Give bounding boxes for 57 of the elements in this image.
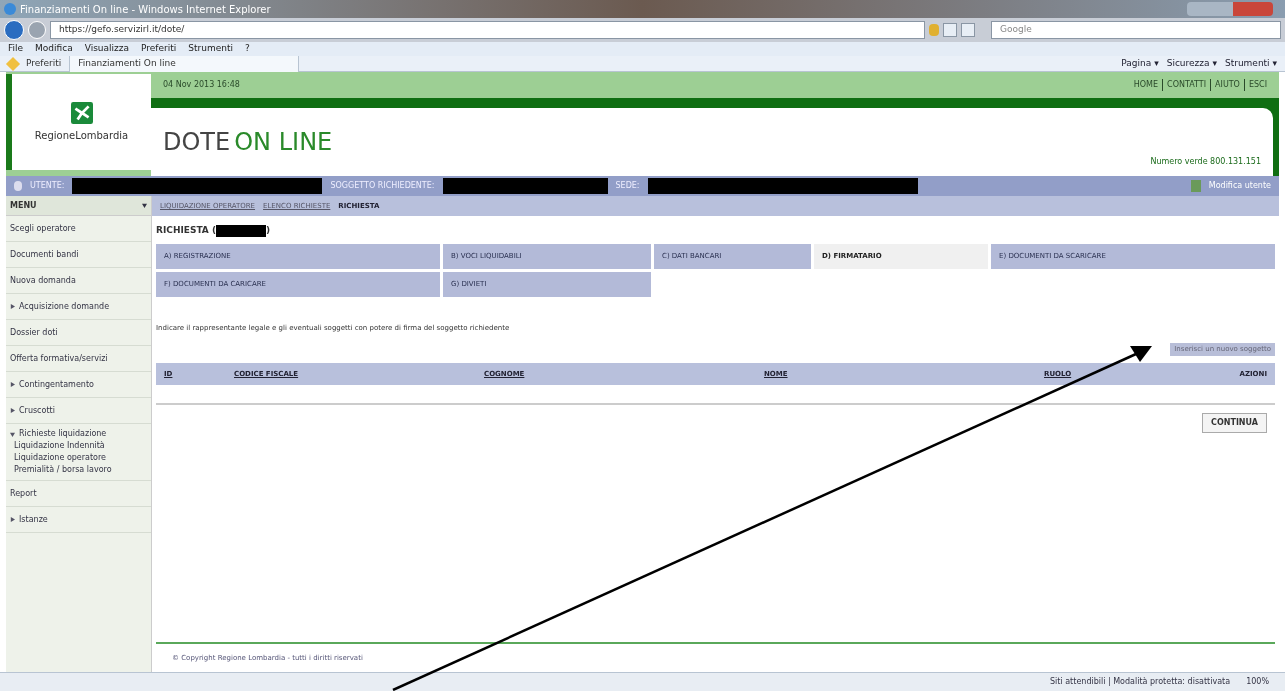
collapsed-triangle-icon[interactable]: [10, 382, 15, 387]
sidebar-subitem[interactable]: Premialità / borsa lavoro: [10, 464, 147, 476]
app-title: DOTE: [163, 130, 231, 154]
menu-item[interactable]: Preferiti: [141, 42, 177, 56]
sidebar-item[interactable]: Contingentamento: [19, 378, 94, 391]
sidebar-subitem[interactable]: Liquidazione Indennità: [10, 440, 147, 452]
user-bar-label: SEDE:: [615, 180, 640, 192]
header-link[interactable]: HOME: [1133, 79, 1159, 91]
sidebar-subitem[interactable]: Liquidazione operatore: [10, 452, 147, 464]
favorites-button[interactable]: Preferiti: [26, 56, 62, 71]
header-link[interactable]: AIUTO: [1210, 79, 1240, 91]
toolbar-menu[interactable]: Strumenti ▾: [1224, 56, 1277, 71]
menu-title: MENU: [10, 199, 37, 212]
collapsed-triangle-icon[interactable]: [10, 304, 15, 309]
phone-number: Numero verde 800.131.151: [1150, 156, 1261, 168]
edit-user-icon: [1190, 180, 1201, 192]
menu-item[interactable]: Strumenti: [188, 42, 233, 56]
logo-icon: [70, 101, 93, 124]
sidebar-item[interactable]: Offerta formativa/servizi: [10, 352, 108, 365]
menu-item[interactable]: Modifica: [35, 42, 73, 56]
window-title: Finanziamenti On line - Windows Internet Explorer: [20, 2, 271, 17]
back-button[interactable]: [4, 20, 24, 40]
menu-item[interactable]: Visualizza: [84, 42, 130, 56]
toolbar-menu[interactable]: Pagina ▾: [1121, 56, 1159, 71]
user-bar-label: SOGGETTO RICHIEDENTE:: [330, 180, 435, 192]
security-zone-text: Siti attendibili | Modalità protetta: disattivata: [1050, 676, 1231, 688]
search-field[interactable]: Google: [991, 21, 1281, 39]
menu-item[interactable]: File: [8, 42, 24, 56]
sidebar-item[interactable]: Istanze: [19, 513, 48, 526]
redaction-bar: [216, 224, 267, 237]
menu-item[interactable]: ?: [244, 42, 250, 56]
sidebar-item[interactable]: Richieste liquidazione: [19, 428, 107, 440]
sidebar-item[interactable]: Nuova domanda: [10, 274, 76, 287]
sidebar-item[interactable]: Acquisizione domande: [19, 300, 110, 313]
logo-text: RegioneLombardia: [34, 128, 129, 143]
page-title: RICHIESTA (: [156, 224, 217, 237]
date-text: 04 Nov 2013 16:48: [163, 79, 240, 91]
app-title: ON LINE: [234, 130, 333, 154]
header-link[interactable]: CONTATTI: [1162, 79, 1207, 91]
sidebar-item[interactable]: Report: [10, 487, 37, 500]
collapsed-triangle-icon[interactable]: [10, 408, 15, 413]
header-link[interactable]: ESCI: [1243, 79, 1267, 91]
continue-button[interactable]: CONTINUA: [1202, 413, 1267, 433]
sidebar-item[interactable]: Cruscotti: [19, 404, 55, 417]
sidebar-item[interactable]: Scegli operatore: [10, 222, 76, 235]
dropdown-caret-icon[interactable]: [142, 203, 147, 208]
user-icon: [14, 181, 22, 191]
sidebar-item[interactable]: Documenti bandi: [10, 248, 79, 261]
collapsed-triangle-icon[interactable]: [10, 517, 15, 522]
expanded-triangle-icon[interactable]: [10, 431, 15, 437]
page-title: ): [266, 224, 271, 237]
refresh-button[interactable]: [961, 23, 975, 37]
toolbar-menu[interactable]: Sicurezza ▾: [1166, 56, 1217, 71]
user-bar-label: UTENTE:: [30, 180, 65, 192]
address-field[interactable]: https://gefo.servizirl.it/dote/: [50, 21, 925, 39]
sidebar-item[interactable]: Dossier doti: [10, 326, 58, 339]
zoom-level[interactable]: 100%: [1246, 676, 1269, 688]
